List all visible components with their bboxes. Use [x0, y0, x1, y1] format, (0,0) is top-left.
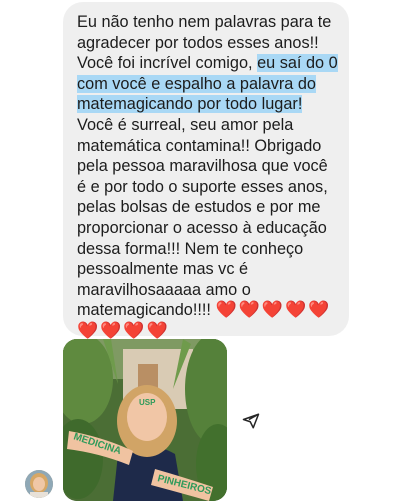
forehead-text: USP — [139, 398, 156, 407]
paper-plane-icon — [242, 413, 260, 429]
share-button[interactable] — [237, 407, 265, 435]
message-photo[interactable]: USP MEDICINA PINHEIROS — [63, 339, 227, 501]
message-bubble[interactable]: Eu não tenho nem palavras para te agrade… — [63, 2, 349, 341]
message-text: Eu não tenho nem palavras para te agrade… — [77, 12, 339, 342]
message-text-part2: Você é surreal, seu amor pela matemática… — [77, 115, 328, 320]
dm-thread: Eu não tenho nem palavras para te agrade… — [0, 0, 404, 504]
sender-avatar[interactable] — [25, 470, 53, 498]
